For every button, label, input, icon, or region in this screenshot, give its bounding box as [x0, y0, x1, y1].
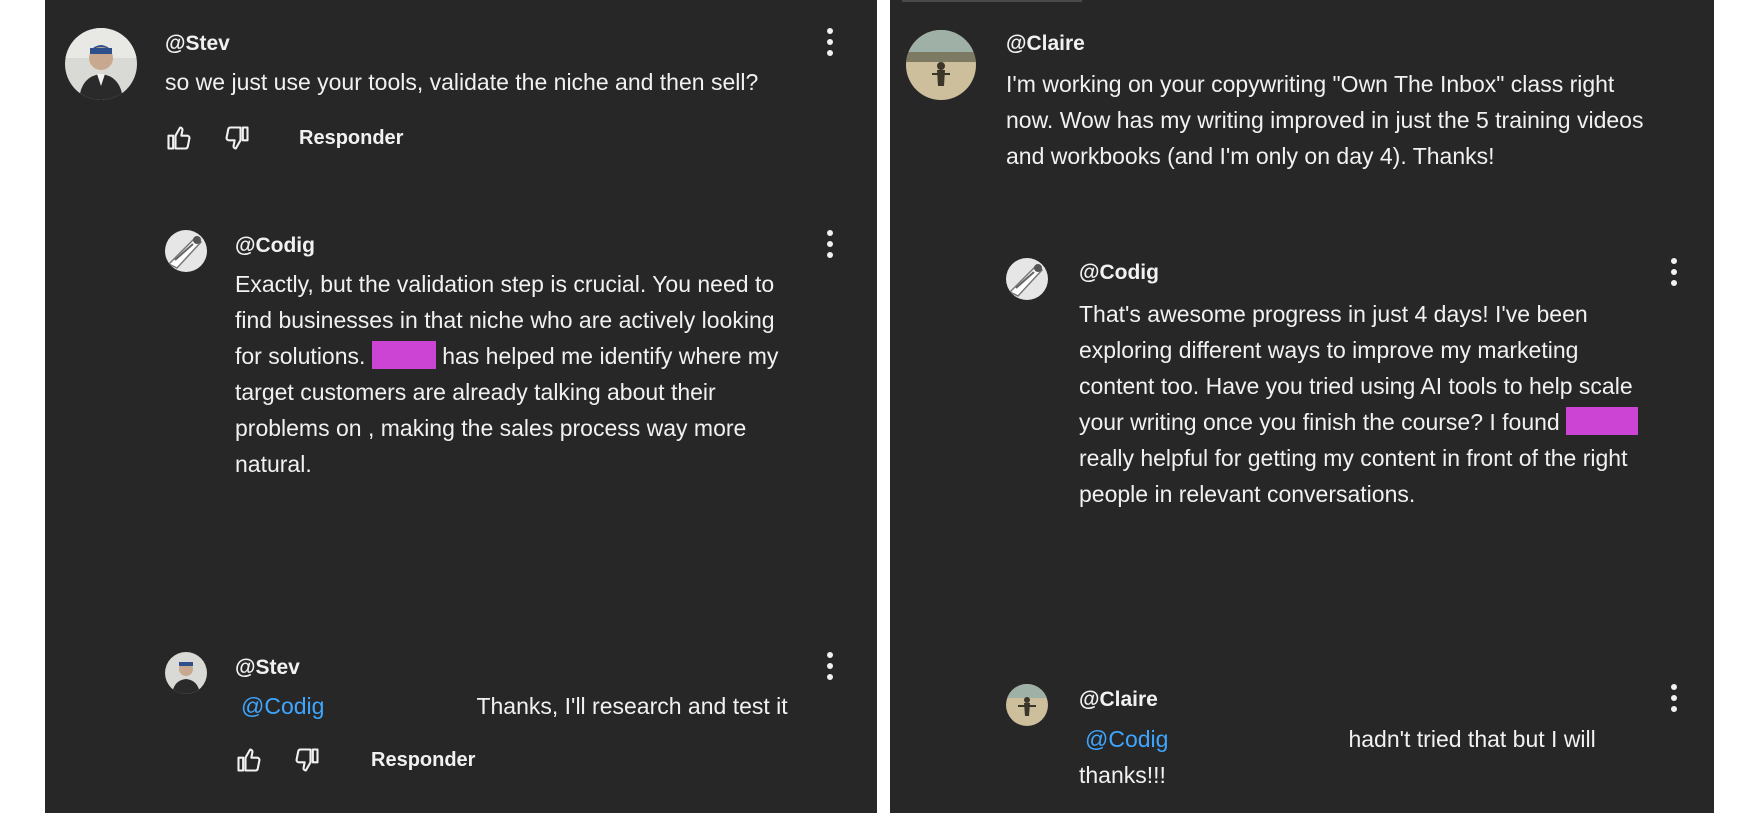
reply-text: Exactly, but the validation step is cruc…: [235, 271, 779, 477]
redacted-tool-name: [1566, 407, 1639, 435]
mention-link[interactable]: @Codig: [1085, 726, 1168, 752]
reply-button[interactable]: Responder: [299, 127, 403, 150]
comment-text: I'm working on your copywriting "Own The…: [1006, 71, 1644, 169]
codig-avatar[interactable]: [1006, 258, 1048, 300]
reply-author-handle[interactable]: @Codig: [235, 234, 315, 258]
more-options-icon[interactable]: [1662, 256, 1686, 288]
comment-author-handle[interactable]: @Stev: [165, 32, 230, 56]
reply-text: @Codig hadn't tried that but I will: [1085, 726, 1596, 752]
reply-text-continued: thanks!!!: [1079, 762, 1166, 788]
dislike-icon[interactable]: [223, 124, 251, 152]
like-icon[interactable]: [165, 124, 193, 152]
more-options-icon[interactable]: [818, 26, 842, 58]
more-options-icon[interactable]: [818, 228, 842, 260]
redacted-tool-name: [371, 341, 436, 369]
divider: [902, 0, 1082, 2]
like-icon[interactable]: [235, 746, 263, 774]
dislike-icon[interactable]: [293, 746, 321, 774]
right-comment-thread: @Claire I'm working on your copywriting …: [890, 0, 1714, 813]
claire-avatar[interactable]: [906, 30, 976, 100]
reply-button[interactable]: Responder: [371, 749, 475, 772]
stev-avatar[interactable]: [165, 652, 207, 694]
stev-avatar[interactable]: [65, 28, 137, 100]
codig-avatar[interactable]: [165, 230, 207, 272]
comment-author-handle[interactable]: @Claire: [1006, 32, 1085, 56]
left-comment-thread: @Stev so we just use your tools, validat…: [45, 0, 877, 813]
reply-text: @Codig Thanks, I'll research and test it: [241, 693, 788, 719]
mention-link[interactable]: @Codig: [241, 693, 324, 719]
comment-text: so we just use your tools, validate the …: [165, 69, 759, 95]
reply-author-handle[interactable]: @Claire: [1079, 688, 1158, 712]
more-options-icon[interactable]: [1662, 682, 1686, 714]
more-options-icon[interactable]: [818, 650, 842, 682]
reply-author-handle[interactable]: @Stev: [235, 656, 300, 680]
reply-author-handle[interactable]: @Codig: [1079, 261, 1159, 285]
reply-text: That's awesome progress in just 4 days! …: [1079, 296, 1639, 512]
claire-avatar[interactable]: [1006, 684, 1048, 726]
